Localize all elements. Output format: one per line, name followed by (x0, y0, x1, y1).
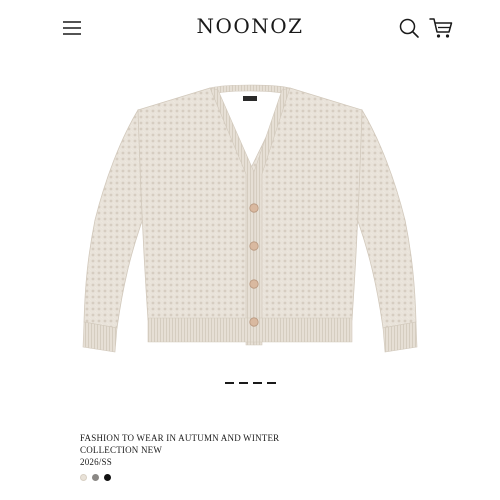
brand-logo[interactable]: NOONOZ (0, 14, 500, 38)
product-title-line-1[interactable]: FASHION TO WEAR IN AUTUMN AND WINTER (80, 432, 440, 444)
cart-icon (429, 18, 453, 38)
swatch-cream[interactable] (80, 474, 87, 481)
swatch-gray[interactable] (92, 474, 99, 481)
product-image[interactable] (60, 60, 440, 370)
product-title-line-2[interactable]: COLLECTION NEW (80, 444, 440, 456)
cart-button[interactable] (428, 15, 454, 41)
carousel-dot-4[interactable] (266, 382, 276, 384)
color-swatches (80, 474, 116, 481)
carousel-dot-2[interactable] (238, 382, 248, 384)
cardigan-illustration (82, 84, 418, 353)
product-info: FASHION TO WEAR IN AUTUMN AND WINTER COL… (80, 432, 440, 468)
search-button[interactable] (398, 17, 420, 39)
product-season: 2026/SS (80, 457, 112, 467)
carousel-dot-1[interactable] (224, 382, 234, 384)
search-icon (399, 18, 419, 38)
swatch-black[interactable] (104, 474, 111, 481)
carousel-dot-3[interactable] (252, 382, 262, 384)
image-carousel-indicator (0, 382, 500, 384)
site-header: NOONOZ (0, 0, 500, 56)
